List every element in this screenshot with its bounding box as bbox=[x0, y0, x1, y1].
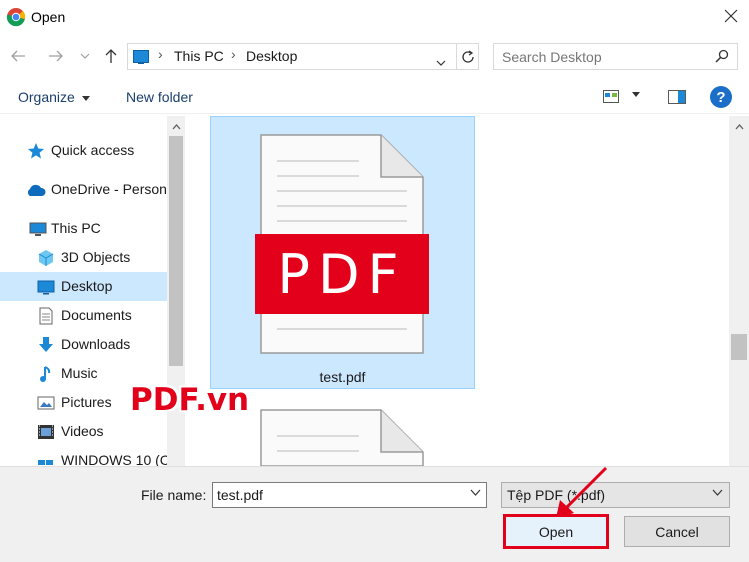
computer-icon bbox=[133, 50, 149, 64]
recent-locations-button[interactable] bbox=[78, 46, 92, 66]
open-button[interactable]: Open bbox=[505, 516, 607, 547]
download-icon bbox=[39, 337, 53, 352]
chevron-down-icon bbox=[712, 489, 723, 496]
sidebar-item-quick-access[interactable]: Quick access bbox=[0, 136, 167, 165]
organize-menu[interactable]: Organize bbox=[18, 89, 90, 105]
arrow-up-icon bbox=[105, 49, 117, 63]
caret-down-icon bbox=[632, 92, 640, 97]
file-name-input[interactable]: test.pdf bbox=[212, 482, 487, 508]
chevron-down-icon bbox=[436, 60, 446, 66]
refresh-button[interactable] bbox=[456, 44, 479, 69]
content-scroll-up[interactable] bbox=[729, 117, 749, 137]
back-button[interactable] bbox=[8, 46, 28, 66]
search-input[interactable]: Search Desktop bbox=[502, 49, 602, 65]
sidebar-item-downloads[interactable]: Downloads bbox=[0, 330, 167, 359]
pdf-badge: PDF bbox=[255, 234, 429, 314]
refresh-icon bbox=[462, 49, 474, 63]
search-box[interactable]: Search Desktop bbox=[493, 43, 738, 70]
file-name-value: test.pdf bbox=[217, 487, 263, 503]
sidebar-item-label: Documents bbox=[61, 307, 132, 323]
sidebar-item-windows-drive[interactable]: WINDOWS 10 (C bbox=[0, 446, 170, 466]
cloud-icon bbox=[27, 184, 46, 196]
sidebar-item-label: Music bbox=[61, 365, 98, 381]
sidebar-item-label: This PC bbox=[51, 220, 101, 236]
sidebar-item-videos[interactable]: Videos bbox=[0, 417, 167, 446]
sidebar-scroll-up[interactable] bbox=[167, 117, 185, 137]
address-dropdown[interactable] bbox=[436, 53, 446, 69]
cube-icon bbox=[38, 250, 54, 266]
windows-drive-icon bbox=[38, 460, 53, 465]
up-button[interactable] bbox=[101, 46, 121, 66]
watermark-logo: PDF.vn bbox=[130, 382, 250, 418]
file-name-field-label: File name: bbox=[141, 487, 207, 503]
forward-button[interactable] bbox=[46, 46, 66, 66]
search-icon[interactable] bbox=[715, 49, 729, 63]
file-name-label: test.pdf bbox=[319, 369, 366, 385]
new-folder-button[interactable]: New folder bbox=[126, 89, 193, 105]
sidebar-item-documents[interactable]: Documents bbox=[0, 301, 167, 330]
arrow-right-icon bbox=[49, 50, 63, 62]
pdf-file-icon bbox=[260, 409, 424, 466]
close-button[interactable] bbox=[712, 0, 749, 32]
organize-label: Organize bbox=[18, 89, 75, 105]
view-options-dropdown[interactable] bbox=[632, 89, 640, 100]
chevron-down-icon bbox=[80, 53, 90, 59]
chevron-up-icon bbox=[735, 124, 743, 130]
content-scrollbar[interactable] bbox=[729, 116, 749, 466]
cancel-button[interactable]: Cancel bbox=[624, 516, 730, 547]
chrome-icon bbox=[6, 8, 26, 27]
sidebar-item-this-pc[interactable]: This PC bbox=[0, 214, 167, 243]
command-bar: Organize New folder bbox=[0, 80, 749, 114]
music-icon bbox=[40, 366, 51, 382]
video-icon bbox=[38, 425, 54, 439]
window-title: Open bbox=[31, 9, 66, 25]
sidebar-item-label: 3D Objects bbox=[61, 249, 131, 265]
breadcrumb-desktop[interactable]: Desktop bbox=[246, 48, 297, 64]
arrow-left-icon bbox=[11, 50, 25, 62]
breadcrumb-separator-icon[interactable]: › bbox=[231, 46, 236, 62]
caret-down-icon bbox=[81, 95, 90, 101]
sidebar-item-label: OneDrive - Person bbox=[51, 181, 167, 197]
sidebar-item-label: Pictures bbox=[61, 394, 112, 410]
computer-icon bbox=[29, 222, 47, 236]
preview-pane-icon[interactable] bbox=[668, 90, 686, 104]
red-arrow-annotation bbox=[556, 466, 608, 518]
help-icon[interactable]: ? bbox=[710, 86, 732, 108]
breadcrumb-this-pc[interactable]: This PC bbox=[174, 48, 224, 64]
address-bar[interactable]: › This PC › Desktop bbox=[127, 43, 479, 70]
title-bar: Open bbox=[0, 0, 749, 36]
document-icon bbox=[39, 307, 53, 325]
sidebar-item-desktop[interactable]: Desktop bbox=[0, 272, 167, 301]
desktop-icon bbox=[37, 280, 55, 295]
pictures-icon bbox=[37, 396, 55, 410]
sidebar-item-3d-objects[interactable]: 3D Objects bbox=[0, 243, 167, 272]
sidebar-scroll-thumb[interactable] bbox=[169, 136, 183, 366]
close-icon bbox=[724, 9, 737, 23]
content-scroll-thumb[interactable] bbox=[731, 334, 747, 360]
chevron-down-icon[interactable] bbox=[470, 489, 481, 496]
file-type-select[interactable]: Tệp PDF (*.pdf) bbox=[501, 482, 730, 508]
star-icon bbox=[28, 143, 44, 159]
sidebar-item-label: Downloads bbox=[61, 336, 131, 352]
sidebar-item-label: Videos bbox=[61, 423, 104, 439]
sidebar-item-label: WINDOWS 10 (C bbox=[61, 452, 170, 466]
sidebar-item-label: Desktop bbox=[61, 278, 113, 294]
dialog-footer bbox=[0, 466, 749, 562]
change-view-icon[interactable] bbox=[603, 90, 619, 103]
breadcrumb-separator-icon[interactable]: › bbox=[158, 46, 163, 62]
sidebar-item-onedrive[interactable]: OneDrive - Person bbox=[0, 175, 167, 204]
chevron-up-icon bbox=[172, 124, 180, 130]
sidebar-item-label: Quick access bbox=[51, 142, 135, 158]
